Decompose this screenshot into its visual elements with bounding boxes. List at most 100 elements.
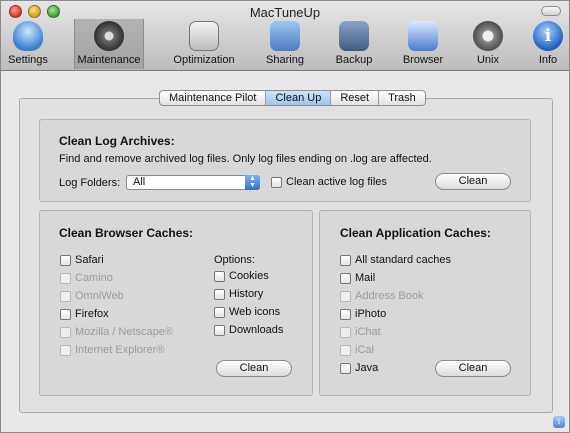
app-iphoto-checkbox[interactable]: iPhoto: [340, 308, 386, 320]
clean-browser-caches-button[interactable]: Clean: [216, 360, 292, 377]
app-caches-box: Clean Application Caches: All standard c…: [319, 210, 531, 396]
info-icon: i: [533, 21, 563, 51]
checkbox-label: iChat: [355, 326, 381, 338]
checkbox-label: Mail: [355, 272, 376, 284]
tab-clean-up[interactable]: Clean Up: [266, 91, 332, 105]
checkbox-label: Mozilla / Netscape®: [75, 326, 173, 338]
checkbox-label: iCal: [355, 344, 374, 356]
browser-caches-title: Clean Browser Caches:: [59, 226, 194, 240]
tab-maintenance-pilot[interactable]: Maintenance Pilot: [160, 91, 267, 105]
option-downloads-checkbox[interactable]: Downloads: [214, 324, 283, 336]
checkbox-label: Address Book: [355, 290, 424, 302]
checkbox-box: [214, 324, 225, 336]
checkbox-box: [214, 306, 225, 318]
checkbox-label: Downloads: [229, 324, 284, 336]
log-archives-description: Find and remove archived log files. Only…: [59, 153, 432, 165]
checkbox-box: [271, 176, 282, 188]
checkbox-label: All standard caches: [355, 254, 451, 266]
settings-bulb-icon: [13, 21, 43, 51]
window-title: MacTuneUp: [249, 5, 321, 20]
checkbox-label: Safari: [75, 254, 104, 266]
app-address-book-checkbox: Address Book: [340, 290, 423, 302]
toolbar-optimization[interactable]: Optimization: [169, 19, 239, 69]
checkbox-box: [60, 272, 71, 284]
checkbox-label: Java: [355, 362, 379, 374]
optimization-icon: [189, 21, 219, 51]
app-caches-title: Clean Application Caches:: [340, 226, 491, 240]
browser-mozilla-checkbox: Mozilla / Netscape®: [60, 326, 173, 338]
checkbox-box: [340, 308, 351, 320]
title-toolbar: MacTuneUp Settings Maintenance Optimizat…: [1, 1, 569, 71]
checkbox-box: [340, 344, 351, 356]
clean-app-caches-button[interactable]: Clean: [435, 360, 511, 377]
tab-trash[interactable]: Trash: [379, 91, 425, 105]
checkbox-box: [60, 290, 71, 302]
toolbar-unix[interactable]: Unix: [469, 19, 507, 69]
toolbar-label: Maintenance: [77, 54, 141, 66]
browser-caches-box: Clean Browser Caches: Safari Camino Omni…: [39, 210, 313, 396]
clean-log-archives-button[interactable]: Clean: [435, 173, 511, 190]
toolbar-backup[interactable]: Backup: [331, 19, 377, 69]
toolbar-label: Info: [538, 54, 558, 66]
browser-firefox-checkbox[interactable]: Firefox: [60, 308, 109, 320]
checkbox-label: Firefox: [75, 308, 109, 320]
checkbox-label: History: [229, 288, 264, 300]
app-java-checkbox[interactable]: Java: [340, 362, 378, 374]
toolbar-label: Sharing: [266, 54, 304, 66]
toolbar-info[interactable]: i Info: [531, 19, 565, 69]
checkbox-label: Internet Explorer®: [75, 344, 165, 356]
resize-arrow-icon[interactable]: ⇧: [553, 416, 565, 428]
log-folders-select[interactable]: All ▲ ▼: [126, 175, 260, 190]
checkbox-box: [340, 290, 351, 302]
checkbox-box: [60, 326, 71, 338]
checkbox-box: [60, 308, 71, 320]
tab-reset[interactable]: Reset: [331, 91, 380, 105]
toolbar-label: Settings: [8, 54, 48, 66]
checkbox-label: Camino: [75, 272, 113, 284]
sharing-network-icon: [270, 21, 300, 51]
app-window: MacTuneUp Settings Maintenance Optimizat…: [0, 0, 570, 433]
log-archives-title: Clean Log Archives:: [59, 134, 175, 148]
browser-ie-checkbox: Internet Explorer®: [60, 344, 164, 356]
browser-camino-checkbox: Camino: [60, 272, 113, 284]
maintenance-gauge-icon: [94, 21, 124, 51]
toolbar-browser[interactable]: Browser: [399, 19, 447, 69]
option-cookies-checkbox[interactable]: Cookies: [214, 270, 269, 282]
checkbox-label: Web icons: [229, 306, 281, 318]
checkbox-label: Cookies: [229, 270, 269, 282]
log-archives-box: Clean Log Archives: Find and remove arch…: [39, 119, 531, 202]
app-mail-checkbox[interactable]: Mail: [340, 272, 375, 284]
checkbox-box: [340, 254, 351, 266]
toolbar-sharing[interactable]: Sharing: [261, 19, 309, 69]
option-web-icons-checkbox[interactable]: Web icons: [214, 306, 280, 318]
browser-options-label: Options:: [214, 254, 255, 266]
app-ical-checkbox: iCal: [340, 344, 374, 356]
checkbox-box: [60, 344, 71, 356]
checkbox-box: [214, 270, 225, 282]
browser-omniweb-checkbox: OmniWeb: [60, 290, 124, 302]
clean-active-logs-checkbox[interactable]: Clean active log files: [271, 176, 387, 188]
app-ichat-checkbox: iChat: [340, 326, 381, 338]
unix-gear-icon: [473, 21, 503, 51]
updown-arrows-icon: ▲ ▼: [245, 175, 260, 190]
toolbar-toggle-button[interactable]: [541, 6, 561, 16]
app-all-standard-checkbox[interactable]: All standard caches: [340, 254, 451, 266]
toolbar-label: Browser: [402, 54, 444, 66]
checkbox-box: [340, 362, 351, 374]
browser-safari-checkbox[interactable]: Safari: [60, 254, 104, 266]
toolbar-settings[interactable]: Settings: [3, 19, 53, 69]
tab-bar: Maintenance Pilot Clean Up Reset Trash: [159, 90, 426, 106]
log-folders-label: Log Folders:: [59, 177, 121, 189]
checkbox-box: [340, 326, 351, 338]
checkbox-label: iPhoto: [355, 308, 387, 320]
toolbar-maintenance[interactable]: Maintenance: [74, 19, 144, 69]
browser-monitor-icon: [408, 21, 438, 51]
toolbar-label: Backup: [335, 54, 373, 66]
checkbox-box: [214, 288, 225, 300]
backup-disk-icon: [339, 21, 369, 51]
option-history-checkbox[interactable]: History: [214, 288, 263, 300]
checkbox-label: OmniWeb: [75, 290, 124, 302]
toolbar-label: Unix: [476, 54, 499, 66]
checkbox-box: [340, 272, 351, 284]
checkbox-label: Clean active log files: [286, 176, 387, 188]
